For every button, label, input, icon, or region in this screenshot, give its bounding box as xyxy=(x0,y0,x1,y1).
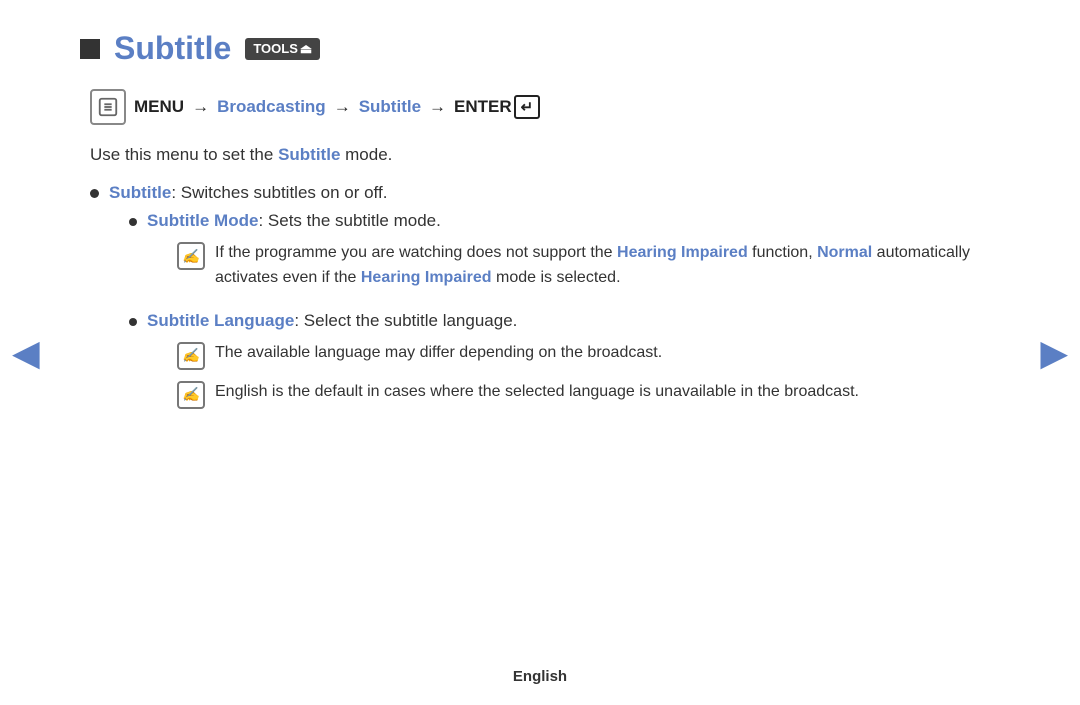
hearing-impaired-2: Hearing Impaired xyxy=(361,269,492,286)
main-bullet-list: Subtitle: Switches subtitles on or off. … xyxy=(90,183,1000,429)
subtitle-mode-text: : Sets the subtitle mode. xyxy=(258,211,440,230)
bullet-dot xyxy=(90,189,99,198)
sub-bullet-dot xyxy=(129,318,137,326)
nav-right-arrow[interactable]: ▶ xyxy=(1040,332,1068,374)
note-3-text: English is the default in cases where th… xyxy=(215,380,859,405)
nav-subtitle: Subtitle xyxy=(359,97,421,117)
enter-box: ↵ xyxy=(514,95,541,119)
tools-label: TOOLS xyxy=(253,41,298,56)
nav-menu-label: MENU xyxy=(134,97,184,117)
subtitle-language-text: : Select the subtitle language. xyxy=(294,311,517,330)
sub-bullet-list: Subtitle Mode: Sets the subtitle mode. ✍… xyxy=(129,211,1000,419)
note-2: ✍ The available language may differ depe… xyxy=(177,341,859,370)
normal-label: Normal xyxy=(817,244,872,261)
list-item-content: Subtitle: Switches subtitles on or off. … xyxy=(109,183,1000,429)
hearing-impaired-1: Hearing Impaired xyxy=(617,244,748,261)
footer-language: English xyxy=(513,668,567,685)
intro-text: Use this menu to set the Subtitle mode. xyxy=(90,145,1000,165)
note-icon-3: ✍ xyxy=(177,381,205,409)
list-item: Subtitle Mode: Sets the subtitle mode. ✍… xyxy=(129,211,1000,301)
subtitle-language-label: Subtitle Language xyxy=(147,311,294,330)
intro-text-after: mode. xyxy=(345,145,392,164)
intro-text-before: Use this menu to set the xyxy=(90,145,273,164)
intro-highlight: Subtitle xyxy=(278,145,340,164)
tools-icon: ⏏ xyxy=(300,41,312,57)
nav-arrow-1: → xyxy=(192,97,209,117)
page-container: Subtitle TOOLS⏏ MENU → Broadcasting → Su… xyxy=(0,0,1080,705)
list-item: Subtitle Language: Select the subtitle l… xyxy=(129,311,1000,419)
note-icon-2: ✍ xyxy=(177,342,205,370)
subtitle-label: Subtitle xyxy=(109,183,171,202)
nav-broadcasting: Broadcasting xyxy=(217,97,326,117)
note-2-text: The available language may differ depend… xyxy=(215,341,662,366)
list-item: Subtitle: Switches subtitles on or off. … xyxy=(90,183,1000,429)
note-3: ✍ English is the default in cases where … xyxy=(177,380,859,409)
menu-icon xyxy=(90,89,126,125)
subtitle-mode-label: Subtitle Mode xyxy=(147,211,258,230)
nav-left-arrow[interactable]: ◀ xyxy=(12,332,40,374)
nav-arrow-2: → xyxy=(334,97,351,117)
note-1: ✍ If the programme you are watching does… xyxy=(177,241,1000,291)
subtitle-mode-content: Subtitle Mode: Sets the subtitle mode. ✍… xyxy=(147,211,1000,301)
subtitle-text: : Switches subtitles on or off. xyxy=(171,183,387,202)
sub-bullet-dot xyxy=(129,218,137,226)
square-icon xyxy=(80,39,100,59)
subtitle-language-content: Subtitle Language: Select the subtitle l… xyxy=(147,311,859,419)
nav-path: MENU → Broadcasting → Subtitle → ENTER↵ xyxy=(80,89,1000,125)
note-icon-1: ✍ xyxy=(177,242,205,270)
note-1-text: If the programme you are watching does n… xyxy=(215,241,1000,291)
page-title: Subtitle xyxy=(114,30,231,67)
nav-enter: ENTER↵ xyxy=(454,95,540,119)
main-content: Use this menu to set the Subtitle mode. … xyxy=(80,145,1000,429)
nav-arrow-3: → xyxy=(429,97,446,117)
page-header: Subtitle TOOLS⏏ xyxy=(80,30,1000,67)
page-footer: English xyxy=(513,668,567,685)
tools-badge: TOOLS⏏ xyxy=(245,38,320,60)
